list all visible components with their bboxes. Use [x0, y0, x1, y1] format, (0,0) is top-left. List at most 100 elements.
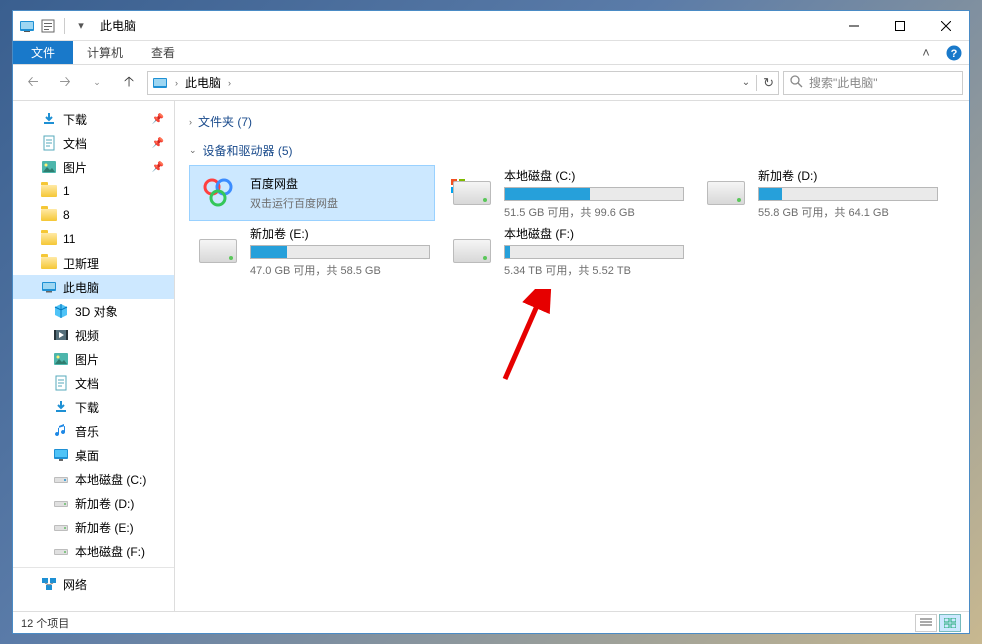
sidebar-item[interactable]: 图片 [13, 347, 174, 371]
group-drives[interactable]: ⌄ 设备和驱动器 (5) [185, 136, 959, 165]
tab-view[interactable]: 查看 [137, 41, 189, 64]
drive-grid: 百度网盘双击运行百度网盘 本地磁盘 (C:) 51.5 GB 可用，共 99.6 G… [185, 165, 959, 279]
title-bar-left: ▾ 此电脑 [13, 17, 136, 34]
sidebar-item[interactable]: 3D 对象 [13, 299, 174, 323]
sidebar-item-label: 网络 [63, 576, 87, 593]
group-label: 设备和驱动器 (5) [203, 142, 293, 159]
sidebar-item[interactable]: 1 [13, 179, 174, 203]
sidebar-item[interactable]: 文档📌 [13, 131, 174, 155]
document-icon [41, 135, 57, 151]
sidebar-item[interactable]: 视频 [13, 323, 174, 347]
qat-separator [64, 18, 65, 34]
drive-usage-bar [504, 245, 684, 259]
3d-icon [53, 303, 69, 319]
sidebar-network[interactable]: 网络 [13, 572, 174, 596]
address-dropdown-icon[interactable]: ⌄ [742, 77, 750, 88]
refresh-button[interactable]: ↻ [763, 75, 774, 91]
sidebar-item[interactable]: 下载📌 [13, 107, 174, 131]
sidebar-item[interactable]: 新加卷 (E:) [13, 515, 174, 539]
nav-forward-button[interactable]: 🡢 [51, 69, 79, 97]
chevron-down-icon: ⌄ [189, 145, 197, 156]
minimize-button[interactable] [831, 11, 877, 41]
sidebar-item-label: 新加卷 (E:) [75, 519, 134, 536]
explorer-window: ▾ 此电脑 文件 计算机 查看 ˄ ? 🡠 🡢 ⌄ 🡡 › [12, 10, 970, 634]
sidebar-item-label: 此电脑 [63, 279, 99, 296]
drive-item[interactable]: 本地磁盘 (F:)5.34 TB 可用，共 5.52 TB [443, 223, 689, 279]
sidebar-item-label: 8 [63, 208, 70, 222]
sidebar-item[interactable]: 11 [13, 227, 174, 251]
sidebar-item-label: 新加卷 (D:) [75, 495, 134, 512]
drive-c-icon [53, 471, 69, 487]
drive-icon [53, 519, 69, 535]
chevron-right-icon: › [189, 117, 192, 127]
this-pc-icon [41, 279, 57, 295]
nav-back-button[interactable]: 🡠 [19, 69, 47, 97]
help-icon[interactable]: ? [945, 44, 963, 62]
window-title: 此电脑 [100, 17, 136, 34]
ribbon-expand-icon[interactable]: ˄ [917, 44, 935, 62]
picture-icon [41, 159, 57, 175]
navigation-bar: 🡠 🡢 ⌄ 🡡 › 此电脑 › ⌄ ↻ 搜索"此电脑" [13, 65, 969, 101]
drive-item[interactable]: 本地磁盘 (C:) 51.5 GB 可用，共 99.6 GB [443, 165, 689, 221]
view-tiles-button[interactable] [939, 614, 961, 632]
search-box[interactable]: 搜索"此电脑" [783, 71, 963, 95]
drive-item[interactable]: 新加卷 (D:)55.8 GB 可用，共 64.1 GB [697, 165, 943, 221]
tab-file[interactable]: 文件 [13, 41, 73, 64]
maximize-button[interactable] [877, 11, 923, 41]
drive-free-text: 51.5 GB 可用，共 99.6 GB [504, 204, 684, 220]
sidebar-item-label: 3D 对象 [75, 303, 118, 320]
drive-item[interactable]: 新加卷 (E:)47.0 GB 可用，共 58.5 GB [189, 223, 435, 279]
tab-computer[interactable]: 计算机 [73, 41, 137, 64]
window-controls [831, 11, 969, 41]
sidebar-item-label: 图片 [75, 351, 99, 368]
pin-icon: 📌 [152, 114, 164, 125]
address-bar[interactable]: › 此电脑 › ⌄ ↻ [147, 71, 779, 95]
drive-item[interactable]: 百度网盘双击运行百度网盘 [189, 165, 435, 221]
sidebar-item-label: 本地磁盘 (F:) [75, 543, 145, 560]
sidebar-item[interactable]: 音乐 [13, 419, 174, 443]
drive-icon [53, 495, 69, 511]
qat-dropdown-icon[interactable]: ▾ [73, 18, 89, 34]
drive-free-text: 5.34 TB 可用，共 5.52 TB [504, 262, 684, 278]
drive-icon [448, 173, 496, 213]
drive-subtitle: 双击运行百度网盘 [250, 195, 430, 211]
body: 下载📌文档📌图片📌1811卫斯理 此电脑 3D 对象视频图片文档下载音乐桌面本地… [13, 101, 969, 611]
address-segment[interactable]: 此电脑 [185, 74, 221, 91]
address-root-caret[interactable]: › [172, 78, 181, 88]
annotation-arrow [495, 289, 555, 389]
close-button[interactable] [923, 11, 969, 41]
status-bar: 12 个项目 [13, 611, 969, 633]
drive-usage-bar [758, 187, 938, 201]
group-label: 文件夹 (7) [198, 113, 252, 130]
sidebar-item[interactable]: 卫斯理 [13, 251, 174, 275]
drive-icon [448, 231, 496, 271]
qat-properties-icon[interactable] [40, 18, 56, 34]
sidebar-item[interactable]: 桌面 [13, 443, 174, 467]
sidebar-item[interactable]: 图片📌 [13, 155, 174, 179]
nav-history-dropdown[interactable]: ⌄ [83, 69, 111, 97]
network-icon [41, 576, 57, 592]
group-folders[interactable]: › 文件夹 (7) [185, 107, 959, 136]
sidebar-item[interactable]: 本地磁盘 (F:) [13, 539, 174, 563]
nav-up-button[interactable]: 🡡 [115, 69, 143, 97]
drive-name: 本地磁盘 (C:) [504, 167, 684, 184]
sidebar-item[interactable]: 新加卷 (D:) [13, 491, 174, 515]
sidebar-this-pc[interactable]: 此电脑 [13, 275, 174, 299]
video-icon [53, 327, 69, 343]
drive-name: 新加卷 (E:) [250, 225, 430, 242]
address-caret[interactable]: › [225, 78, 234, 88]
desktop-icon [53, 447, 69, 463]
folder-icon [41, 207, 57, 223]
sidebar-item[interactable]: 下载 [13, 395, 174, 419]
view-details-button[interactable] [915, 614, 937, 632]
download-icon [53, 399, 69, 415]
sidebar-item[interactable]: 8 [13, 203, 174, 227]
folder-icon [41, 231, 57, 247]
music-icon [53, 423, 69, 439]
folder-icon [41, 255, 57, 271]
view-switcher [915, 614, 961, 632]
sidebar-item[interactable]: 文档 [13, 371, 174, 395]
folder-icon [41, 183, 57, 199]
drive-usage-bar [250, 245, 430, 259]
sidebar-item[interactable]: 本地磁盘 (C:) [13, 467, 174, 491]
